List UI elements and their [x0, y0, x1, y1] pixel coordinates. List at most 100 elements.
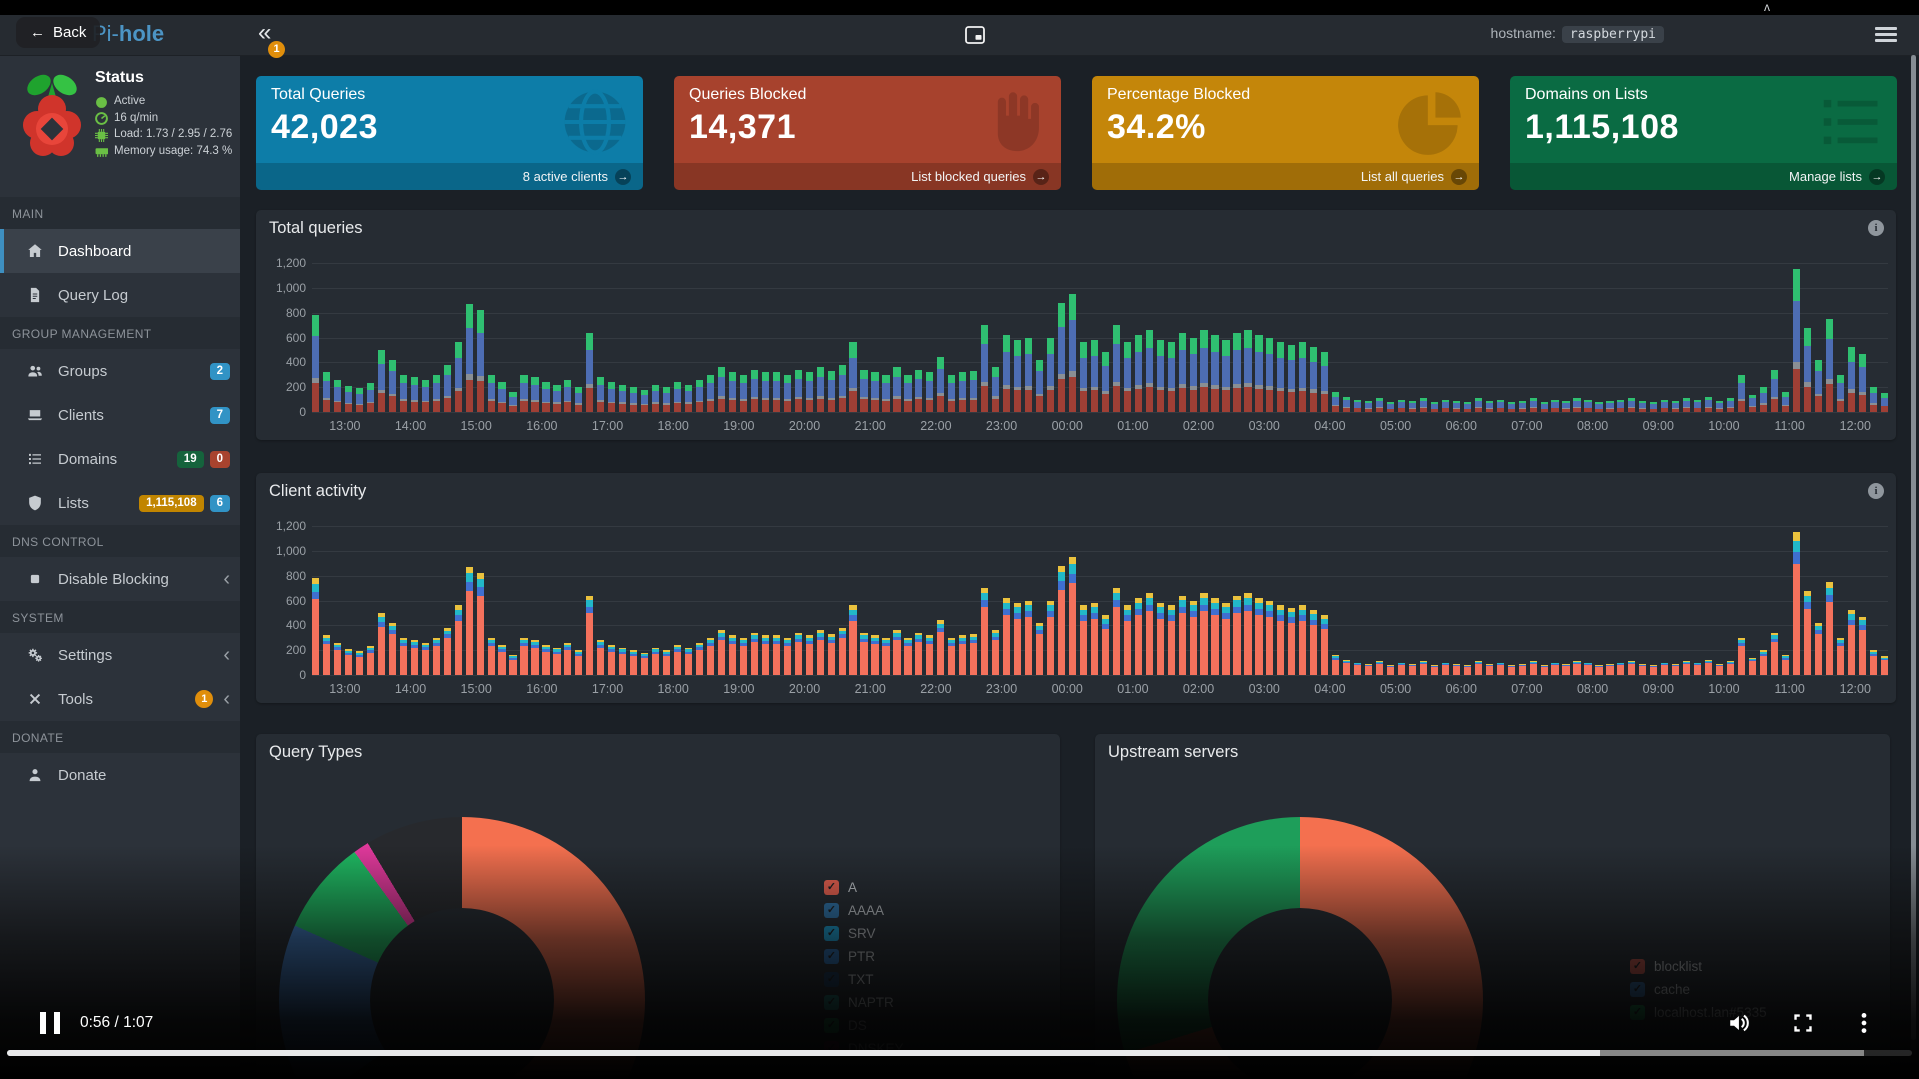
back-arrow-icon: ←: [30, 24, 45, 41]
card-title: Queries Blocked: [689, 86, 806, 104]
chart-plot-area: [312, 263, 1888, 412]
sidebar-item-groups[interactable]: Groups 2: [0, 349, 240, 393]
stacked-bar: [959, 635, 966, 675]
info-icon[interactable]: i: [1868, 483, 1884, 499]
stacked-bar: [433, 375, 440, 412]
stacked-bar: [674, 645, 681, 675]
pause-button[interactable]: [40, 1012, 60, 1034]
sidebar-item-dashboard[interactable]: Dashboard: [0, 229, 240, 273]
legend-item-aaaa[interactable]: ✓AAAA: [824, 899, 904, 922]
fullscreen-icon[interactable]: [1790, 1010, 1816, 1036]
pie-icon: [1393, 84, 1469, 160]
stacked-bar: [1190, 601, 1197, 676]
stacked-bar: [630, 650, 637, 675]
stacked-bar: [795, 370, 802, 412]
sidebar-item-settings[interactable]: Settings ‹: [0, 633, 240, 677]
legend-checkbox[interactable]: ✓: [824, 926, 839, 941]
legend-item-txt[interactable]: ✓TXT: [824, 968, 904, 991]
card-footer-link[interactable]: List all queries→: [1092, 163, 1479, 190]
menu-icon[interactable]: [1875, 27, 1897, 43]
legend-item-a[interactable]: ✓A: [824, 876, 904, 899]
legend-item-srv[interactable]: ✓SRV: [824, 922, 904, 945]
sidebar-item-lists[interactable]: Lists 1,115,1086: [0, 481, 240, 525]
stacked-bar: [509, 392, 516, 412]
legend-checkbox[interactable]: ✓: [824, 880, 839, 895]
kebab-menu-icon[interactable]: [1851, 1010, 1877, 1036]
card-footer-link[interactable]: List blocked queries→: [674, 163, 1061, 190]
stacked-bar: [312, 578, 319, 675]
stacked-bar: [477, 573, 484, 675]
stacked-bar: [1519, 664, 1526, 675]
legend-checkbox[interactable]: ✓: [824, 972, 839, 987]
sidebar-item-query-log[interactable]: Query Log: [0, 273, 240, 317]
stacked-bar: [378, 613, 385, 675]
stacked-bar: [1584, 663, 1591, 675]
stacked-bar: [1497, 663, 1504, 675]
stacked-bar: [1508, 665, 1515, 675]
card-footer-link[interactable]: 8 active clients→: [256, 163, 643, 190]
panel-title: Total queries: [269, 219, 363, 238]
info-icon[interactable]: i: [1868, 220, 1884, 236]
stacked-bar: [1299, 342, 1306, 412]
page-scrollbar[interactable]: [1911, 55, 1916, 1055]
count-badge: 7: [210, 407, 230, 424]
stacked-bar: [937, 357, 944, 412]
legend-checkbox[interactable]: ✓: [824, 903, 839, 918]
stacked-bar: [1222, 603, 1229, 675]
stacked-bar: [1376, 398, 1383, 412]
stacked-bar: [1881, 393, 1888, 412]
stacked-bar: [663, 387, 670, 412]
stacked-bar: [1157, 603, 1164, 675]
stacked-bar: [356, 651, 363, 675]
legend-checkbox[interactable]: ✓: [1630, 959, 1645, 974]
laptop-icon: [26, 406, 44, 424]
picture-in-picture-icon[interactable]: [963, 23, 987, 47]
y-axis-tick: 0: [260, 405, 306, 419]
stacked-bar: [970, 371, 977, 412]
nav-label: Domains: [58, 451, 117, 468]
stacked-bar: [685, 648, 692, 675]
status-rows: Active16 q/minLoad: 1.73 / 2.95 / 2.76Me…: [95, 93, 232, 159]
stacked-bar: [1475, 661, 1482, 675]
legend-item-blocklist[interactable]: ✓blocklist: [1630, 955, 1767, 978]
stacked-bar: [1639, 401, 1646, 412]
stacked-bar: [674, 382, 681, 412]
stacked-bar: [531, 640, 538, 675]
legend-item-cache[interactable]: ✓cache: [1630, 978, 1767, 1001]
stacked-bar: [334, 643, 341, 675]
stacked-bar: [1113, 588, 1120, 675]
sidebar-item-disable-blocking[interactable]: Disable Blocking ‹: [0, 557, 240, 601]
stacked-bar: [992, 367, 999, 412]
card-footer-link[interactable]: Manage lists→: [1510, 163, 1897, 190]
sidebar-item-tools[interactable]: Tools 1‹: [0, 677, 240, 721]
legend-checkbox[interactable]: ✓: [1630, 982, 1645, 997]
stacked-bar: [1530, 661, 1537, 675]
stacked-bar: [1332, 655, 1339, 675]
stacked-bar: [915, 633, 922, 675]
sidebar-item-domains[interactable]: Domains 190: [0, 437, 240, 481]
stacked-bar: [729, 372, 736, 412]
stacked-bar: [904, 638, 911, 675]
stacked-bar: [619, 648, 626, 675]
stacked-bar: [773, 372, 780, 412]
legend-checkbox[interactable]: ✓: [824, 949, 839, 964]
stacked-bar: [1617, 663, 1624, 675]
sidebar-item-donate[interactable]: Donate: [0, 753, 240, 797]
back-button[interactable]: ← Back: [16, 17, 100, 48]
stacked-bar: [1595, 665, 1602, 675]
volume-icon[interactable]: [1727, 1010, 1753, 1036]
stacked-bar: [520, 375, 527, 412]
stacked-bar: [1080, 342, 1087, 412]
sidebar-item-clients[interactable]: Clients 7: [0, 393, 240, 437]
stacked-bar: [334, 380, 341, 412]
stacked-bar: [751, 370, 758, 412]
legend-item-ptr[interactable]: ✓PTR: [824, 945, 904, 968]
nav-label: Query Log: [58, 287, 128, 304]
stacked-bar: [1036, 360, 1043, 412]
stacked-bar: [1190, 338, 1197, 413]
scrollbar-thumb[interactable]: [1911, 55, 1916, 1040]
stacked-bar: [553, 648, 560, 675]
player-progress-bar[interactable]: [7, 1050, 1912, 1056]
stacked-bar: [915, 370, 922, 412]
stacked-bar: [1277, 342, 1284, 412]
